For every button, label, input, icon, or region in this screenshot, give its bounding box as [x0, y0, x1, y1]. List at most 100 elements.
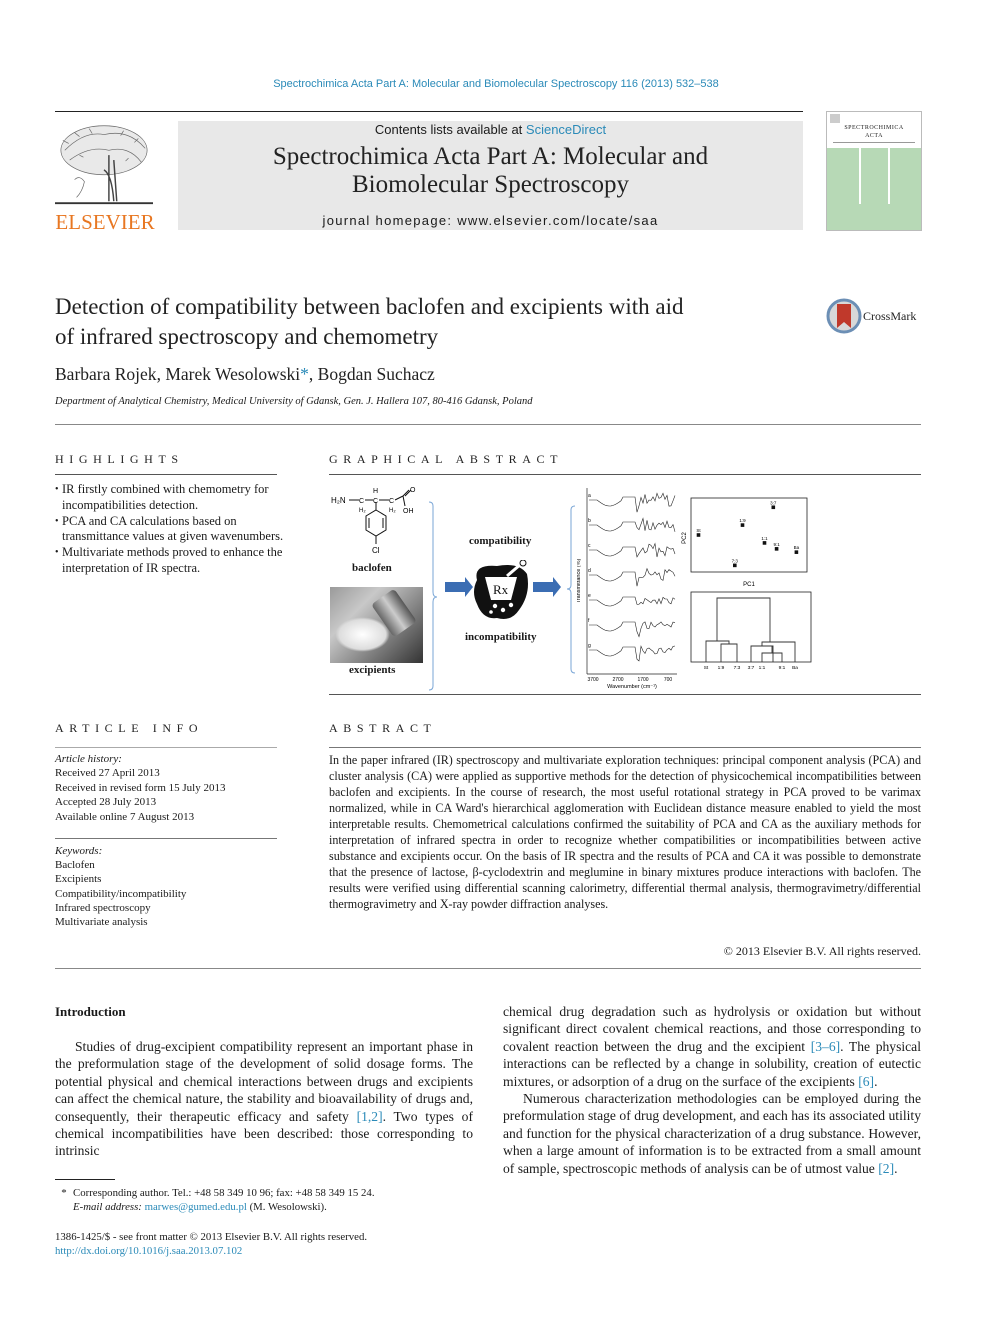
- body-paragraph: chemical drug degradation such as hydrol…: [503, 1003, 921, 1090]
- reference-link[interactable]: [2]: [878, 1161, 894, 1176]
- email-link[interactable]: marwes@gumed.edu.pl: [145, 1201, 247, 1213]
- h2-label: H₂: [359, 508, 366, 514]
- email-label: E-mail address:: [73, 1201, 145, 1214]
- abstract-copyright: © 2013 Elsevier B.V. All rights reserved…: [723, 944, 921, 958]
- pca-frame: [690, 497, 808, 573]
- dendrogram-leaf-label: St: [704, 665, 709, 670]
- history-item: Received 27 April 2013: [55, 767, 160, 780]
- history-item: Accepted 28 July 2013: [55, 796, 157, 809]
- h-label: H: [373, 488, 378, 495]
- introduction-heading: Introduction: [55, 1004, 126, 1019]
- cover-logo-icon: [830, 114, 840, 123]
- corresponding-author-mark[interactable]: *: [300, 364, 309, 384]
- graphical-abstract-figure[interactable]: H₂N C C C H H₂ H₂ O OH Cl baclofen excip…: [329, 480, 921, 691]
- divider: [329, 694, 921, 695]
- body-text: .: [874, 1073, 878, 1089]
- rx-label: Rx: [493, 582, 509, 597]
- author-name[interactable]: Bogdan Suchacz: [318, 364, 435, 384]
- divider: [55, 474, 277, 475]
- footnote-mark: *: [61, 1187, 67, 1199]
- excipients-photo: [330, 587, 423, 663]
- doi-link[interactable]: http://dx.doi.org/10.1016/j.saa.2013.07.…: [55, 1244, 367, 1258]
- dendrogram-leaf-label: 1:1: [759, 665, 766, 670]
- body-column-right: chemical drug degradation such as hydrol…: [503, 1003, 921, 1177]
- spectrum-line: [589, 645, 676, 662]
- spectrum-label: g: [588, 643, 591, 649]
- left-bracket-icon: [429, 501, 438, 691]
- carbon-label: C: [389, 498, 394, 505]
- keyword-item: Excipients: [55, 873, 102, 886]
- pca-point: [740, 523, 745, 527]
- author-separator: ,: [308, 364, 318, 384]
- divider: [329, 474, 921, 475]
- dendrogram-leaf-label: 7:3: [734, 665, 741, 670]
- spectra-x-tick: 700: [664, 677, 673, 683]
- spectra-y-label: Transmittance (%): [577, 558, 582, 603]
- cover-title-line2: ACTA: [865, 133, 883, 139]
- cover-stripe: [888, 148, 890, 204]
- sciencedirect-link[interactable]: ScienceDirect: [526, 122, 606, 137]
- header-rule: [55, 111, 803, 112]
- homepage-label: journal homepage:: [322, 213, 458, 228]
- dendrogram-leaf-label: 3:7: [748, 665, 755, 670]
- reference-link[interactable]: [1,2]: [357, 1109, 383, 1124]
- pca-point: [696, 533, 701, 537]
- cover-title: SPECTROCHIMICA ACTA: [827, 124, 921, 140]
- reference-link[interactable]: [3–6]: [811, 1039, 840, 1054]
- cover-stripe: [859, 148, 861, 204]
- elsevier-wordmark: ELSEVIER: [55, 210, 155, 234]
- cover-subtitle-rule: [833, 142, 915, 143]
- baclofen-label: baclofen: [352, 562, 392, 574]
- dendrogram-leaf-label: 9:1: [779, 665, 786, 670]
- homepage-link[interactable]: www.elsevier.com/locate/saa: [457, 213, 658, 228]
- arrow-right-icon: [445, 577, 473, 597]
- article-title: Detection of compatibility between baclo…: [55, 292, 795, 352]
- pca-point-label: 1:9: [739, 518, 746, 523]
- arrow-right-icon: [533, 577, 561, 597]
- abstract-heading: ABSTRACT: [329, 721, 437, 735]
- affiliation: Department of Analytical Chemistry, Medi…: [55, 396, 533, 407]
- crossmark-button[interactable]: CrossMark: [826, 298, 926, 334]
- keyword-item: Infrared spectroscopy: [55, 901, 151, 914]
- body-column-left: Studies of drug-excipient compatibility …: [55, 1038, 473, 1160]
- journal-citation-link[interactable]: Spectrochimica Acta Part A: Molecular an…: [0, 78, 992, 90]
- crossmark-label: CrossMark: [863, 309, 917, 323]
- spectrum-label: a: [588, 493, 591, 499]
- spectra-x-tick: 1700: [637, 677, 648, 683]
- right-bracket-icon: [566, 505, 576, 674]
- h2-label: H₂: [389, 508, 396, 514]
- history-item: Received in revised form 15 July 2013: [55, 781, 226, 794]
- abstract-text: In the paper infrared (IR) spectroscopy …: [329, 753, 921, 911]
- contents-line: Contents lists available at ScienceDirec…: [178, 122, 803, 137]
- graphical-abstract-heading: GRAPHICAL ABSTRACT: [329, 452, 564, 466]
- divider: [55, 968, 921, 969]
- incompatibility-label: incompatibility: [465, 631, 537, 643]
- journal-cover-image[interactable]: SPECTROCHIMICA ACTA: [826, 111, 922, 231]
- author-name[interactable]: Marek Wesolowski: [165, 364, 300, 384]
- journal-title[interactable]: Spectrochimica Acta Part A: Molecular an…: [178, 143, 803, 199]
- reference-link[interactable]: [6]: [858, 1074, 874, 1089]
- history-item: Available online 7 August 2013: [55, 810, 195, 823]
- spectrum-line: [589, 517, 676, 532]
- spectrum-line: [589, 492, 676, 513]
- pca-point-label: St: [696, 528, 701, 533]
- history-label: Article history:: [55, 753, 122, 765]
- elsevier-logo[interactable]: ELSEVIER: [55, 120, 155, 234]
- divider: [329, 747, 921, 748]
- excipients-label: excipients: [349, 664, 396, 676]
- footnote: * Corresponding author. Tel.: +48 58 349 …: [55, 1186, 374, 1215]
- body-text: .: [894, 1160, 898, 1176]
- author-name[interactable]: Barbara Rojek: [55, 364, 157, 384]
- highlight-item: IR firstly combined with chemometry for …: [55, 482, 285, 514]
- spectrum-label: d: [588, 568, 591, 574]
- article-info-heading: ARTICLE INFO: [55, 721, 204, 735]
- spectra-x-tick: 3700: [587, 677, 598, 683]
- pca-score-plot: St 1:9 3:7 1:1 9:1 Ba 7:3 PC1 PC2: [682, 497, 808, 588]
- oxygen-label: O: [410, 487, 416, 494]
- highlights-heading: HIGHLIGHTS: [55, 452, 184, 466]
- pca-point-label: 7:3: [732, 558, 739, 563]
- author-separator: ,: [156, 364, 166, 384]
- pca-point-label: Ba: [794, 545, 800, 550]
- carbon-label: C: [373, 498, 378, 505]
- spectra-x-tick: 2700: [612, 677, 623, 683]
